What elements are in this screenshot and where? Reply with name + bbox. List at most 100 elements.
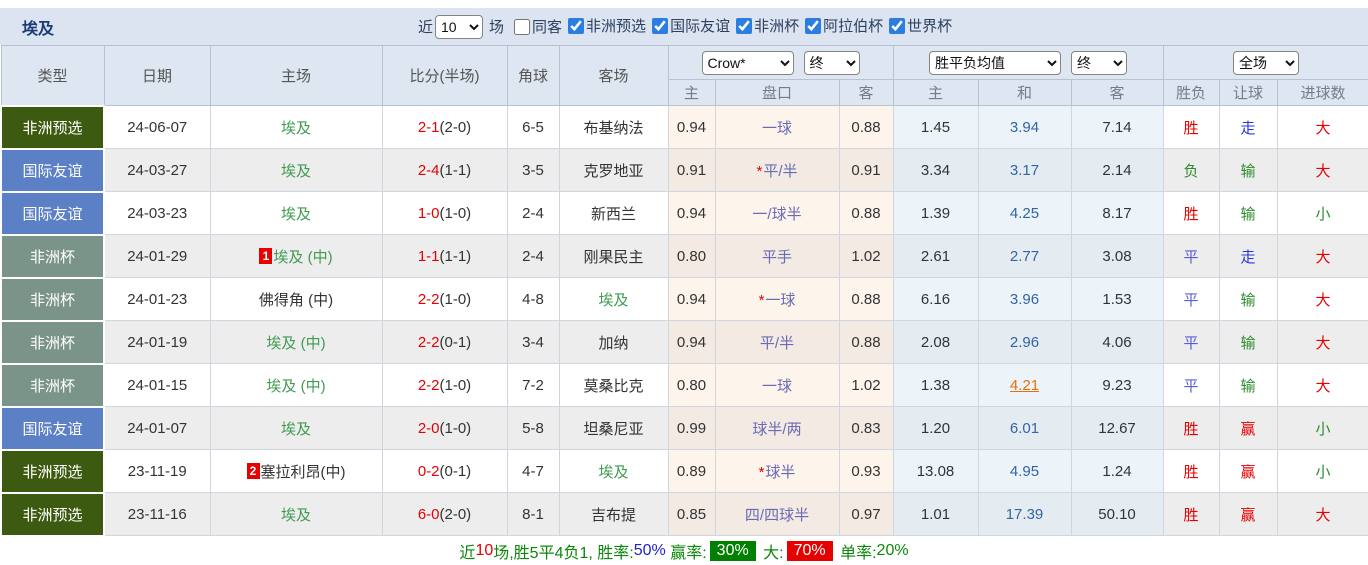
summary-segment: 20% bbox=[876, 541, 909, 559]
ah-line-text: 一/球半 bbox=[752, 205, 802, 223]
col-header-home: 主场 bbox=[209, 45, 383, 106]
date-cell: 24-01-15 bbox=[103, 363, 211, 407]
score-cell: 2-4(1-1) bbox=[381, 148, 508, 192]
filter-competition[interactable]: 非洲预选 bbox=[562, 15, 646, 36]
ah-away-odds-cell: 0.88 bbox=[838, 105, 894, 149]
bookmaker-select[interactable]: Crow* bbox=[701, 50, 794, 75]
ah-line-text: 球半 bbox=[765, 463, 796, 481]
subheader-result: 胜负 bbox=[1162, 79, 1220, 106]
table-row: 非洲杯 24-01-19 埃及 (中) 2-2(0-1) 3-4 加纳 0.94 平/半 0.8… bbox=[0, 319, 1368, 365]
corner-cell: 3-5 bbox=[506, 148, 560, 192]
competition-label: 国际友谊 bbox=[670, 18, 731, 36]
corner-cell: 2-4 bbox=[506, 234, 560, 278]
competition-label: 阿拉伯杯 bbox=[823, 18, 884, 36]
euro-draw-odds-cell: 4.21 bbox=[977, 363, 1072, 407]
filters: 近 10 场 同客 非洲预选 国际友谊 非洲杯 阿拉伯杯 世界杯 bbox=[418, 8, 952, 45]
summary-segment: 50% bbox=[633, 541, 666, 559]
away-cell: 埃及 bbox=[558, 449, 669, 493]
ah-away-odds-cell: 0.97 bbox=[838, 492, 894, 536]
halftime-score: (1-1) bbox=[439, 161, 472, 179]
corner-cell: 2-4 bbox=[506, 191, 560, 235]
ah-time-select[interactable]: 终 bbox=[803, 50, 860, 75]
col-header-date: 日期 bbox=[103, 45, 211, 106]
euro-time-select[interactable]: 终 bbox=[1071, 50, 1127, 75]
euro-home-odds-cell: 2.08 bbox=[892, 320, 979, 364]
euro-away-odds-cell: 7.14 bbox=[1070, 105, 1164, 149]
halftime-score: (0-1) bbox=[439, 462, 472, 480]
table-row: 国际友谊 24-03-23 埃及 1-0(1-0) 2-4 新西兰 0.94 一/球半 0.88… bbox=[0, 190, 1368, 236]
scope-select[interactable]: 全场 bbox=[1233, 50, 1300, 75]
result-cell: 平 bbox=[1162, 234, 1220, 278]
ah-line-cell: 球半/两 bbox=[714, 406, 840, 450]
competition-checkbox[interactable] bbox=[805, 17, 822, 34]
home-cell: 埃及 (中) bbox=[209, 320, 383, 364]
competition-checkbox[interactable] bbox=[736, 17, 753, 34]
halftime-score: (2-0) bbox=[439, 118, 472, 136]
goals-result-cell: 大 bbox=[1276, 277, 1368, 321]
score-cell: 2-2(0-1) bbox=[381, 320, 508, 364]
euro-draw-odds-value: 4.95 bbox=[1009, 462, 1040, 480]
competition-checkbox[interactable] bbox=[568, 17, 585, 34]
ah-home-odds-cell: 0.94 bbox=[667, 191, 716, 235]
home-team-name: 塞拉利昂(中) bbox=[260, 463, 346, 481]
filter-competition[interactable]: 国际友谊 bbox=[646, 15, 730, 36]
euro-draw-odds-value[interactable]: 4.21 bbox=[1010, 377, 1039, 394]
goals-result-cell: 大 bbox=[1276, 148, 1368, 192]
date-cell: 24-01-29 bbox=[103, 234, 211, 278]
ah-away-odds-cell: 0.83 bbox=[838, 406, 894, 450]
summary-segment: 赢率: bbox=[665, 544, 707, 562]
home-team-name: 埃及 bbox=[280, 420, 311, 438]
same-away-checkbox[interactable] bbox=[514, 18, 531, 35]
page-title: 埃及 bbox=[22, 20, 55, 38]
away-team-name: 埃及 bbox=[598, 291, 629, 309]
handicap-result-cell: 输 bbox=[1218, 148, 1278, 192]
type-cell: 国际友谊 bbox=[0, 147, 105, 193]
corner-cell: 4-8 bbox=[506, 277, 560, 321]
filter-same-away[interactable]: 同客 bbox=[508, 16, 562, 37]
euro-draw-odds-cell: 6.01 bbox=[977, 406, 1072, 450]
halftime-score: (1-1) bbox=[439, 247, 472, 265]
away-cell: 刚果民主 bbox=[558, 234, 669, 278]
corner-cell: 4-7 bbox=[506, 449, 560, 493]
euro-draw-odds-value: 2.96 bbox=[1009, 333, 1040, 351]
filter-competition[interactable]: 阿拉伯杯 bbox=[799, 15, 883, 36]
euro-mode-select[interactable]: 胜平负均值 bbox=[929, 50, 1061, 75]
competition-checkbox[interactable] bbox=[652, 17, 669, 34]
ah-line-cell: *平/半 bbox=[714, 148, 840, 192]
away-cell: 莫桑比克 bbox=[558, 363, 669, 407]
corner-cell: 3-4 bbox=[506, 320, 560, 364]
subheader-ah-home: 主 bbox=[667, 79, 716, 106]
ah-home-odds-cell: 0.89 bbox=[667, 449, 716, 493]
summary-segment: 场,胜5平4负1, bbox=[493, 544, 598, 562]
subheader-goals: 进球数 bbox=[1276, 79, 1368, 106]
col-header-score: 比分(半场) bbox=[381, 45, 508, 106]
ah-home-odds-cell: 0.80 bbox=[667, 234, 716, 278]
table-row: 国际友谊 24-03-27 埃及 2-4(1-1) 3-5 克罗地亚 0.91 *平/半 0.9… bbox=[0, 147, 1368, 193]
match-history-page: 埃及 近 10 场 同客 非洲预选 国际友谊 非洲杯 阿拉伯杯 世界杯 类型 日期 bbox=[0, 8, 1368, 562]
ah-line-text: 一球 bbox=[761, 377, 792, 395]
filter-competition[interactable]: 非洲杯 bbox=[730, 15, 799, 36]
date-cell: 23-11-19 bbox=[103, 449, 211, 493]
col-header-corner: 角球 bbox=[506, 45, 560, 106]
euro-away-odds-cell: 12.67 bbox=[1070, 406, 1164, 450]
ah-line-cell: 四/四球半 bbox=[714, 492, 840, 536]
halftime-score: (1-0) bbox=[439, 204, 472, 222]
ah-line-cell: 平/半 bbox=[714, 320, 840, 364]
table-row: 非洲预选 23-11-19 2 塞拉利昂(中) 0-2(0-1) 4-7 埃及 0.89 *球半… bbox=[0, 448, 1368, 494]
filter-competition[interactable]: 世界杯 bbox=[883, 15, 952, 36]
away-cell: 克罗地亚 bbox=[558, 148, 669, 192]
competition-label: 非洲预选 bbox=[586, 18, 647, 36]
col-header-type: 类型 bbox=[0, 45, 105, 106]
score-cell: 2-1(2-0) bbox=[381, 105, 508, 149]
competition-checkbox[interactable] bbox=[889, 17, 906, 34]
summary-segment: 10 bbox=[475, 541, 494, 559]
result-cell: 胜 bbox=[1162, 449, 1220, 493]
away-team-name: 刚果民主 bbox=[583, 248, 644, 266]
home-team-name: 埃及 (中) bbox=[266, 334, 326, 352]
away-team-name: 坦桑尼亚 bbox=[583, 420, 644, 438]
type-cell: 非洲杯 bbox=[0, 362, 105, 408]
fulltime-score: 2-1 bbox=[417, 118, 440, 136]
result-cell: 平 bbox=[1162, 277, 1220, 321]
recent-count-select[interactable]: 10 bbox=[435, 14, 484, 39]
type-cell: 国际友谊 bbox=[0, 190, 105, 236]
